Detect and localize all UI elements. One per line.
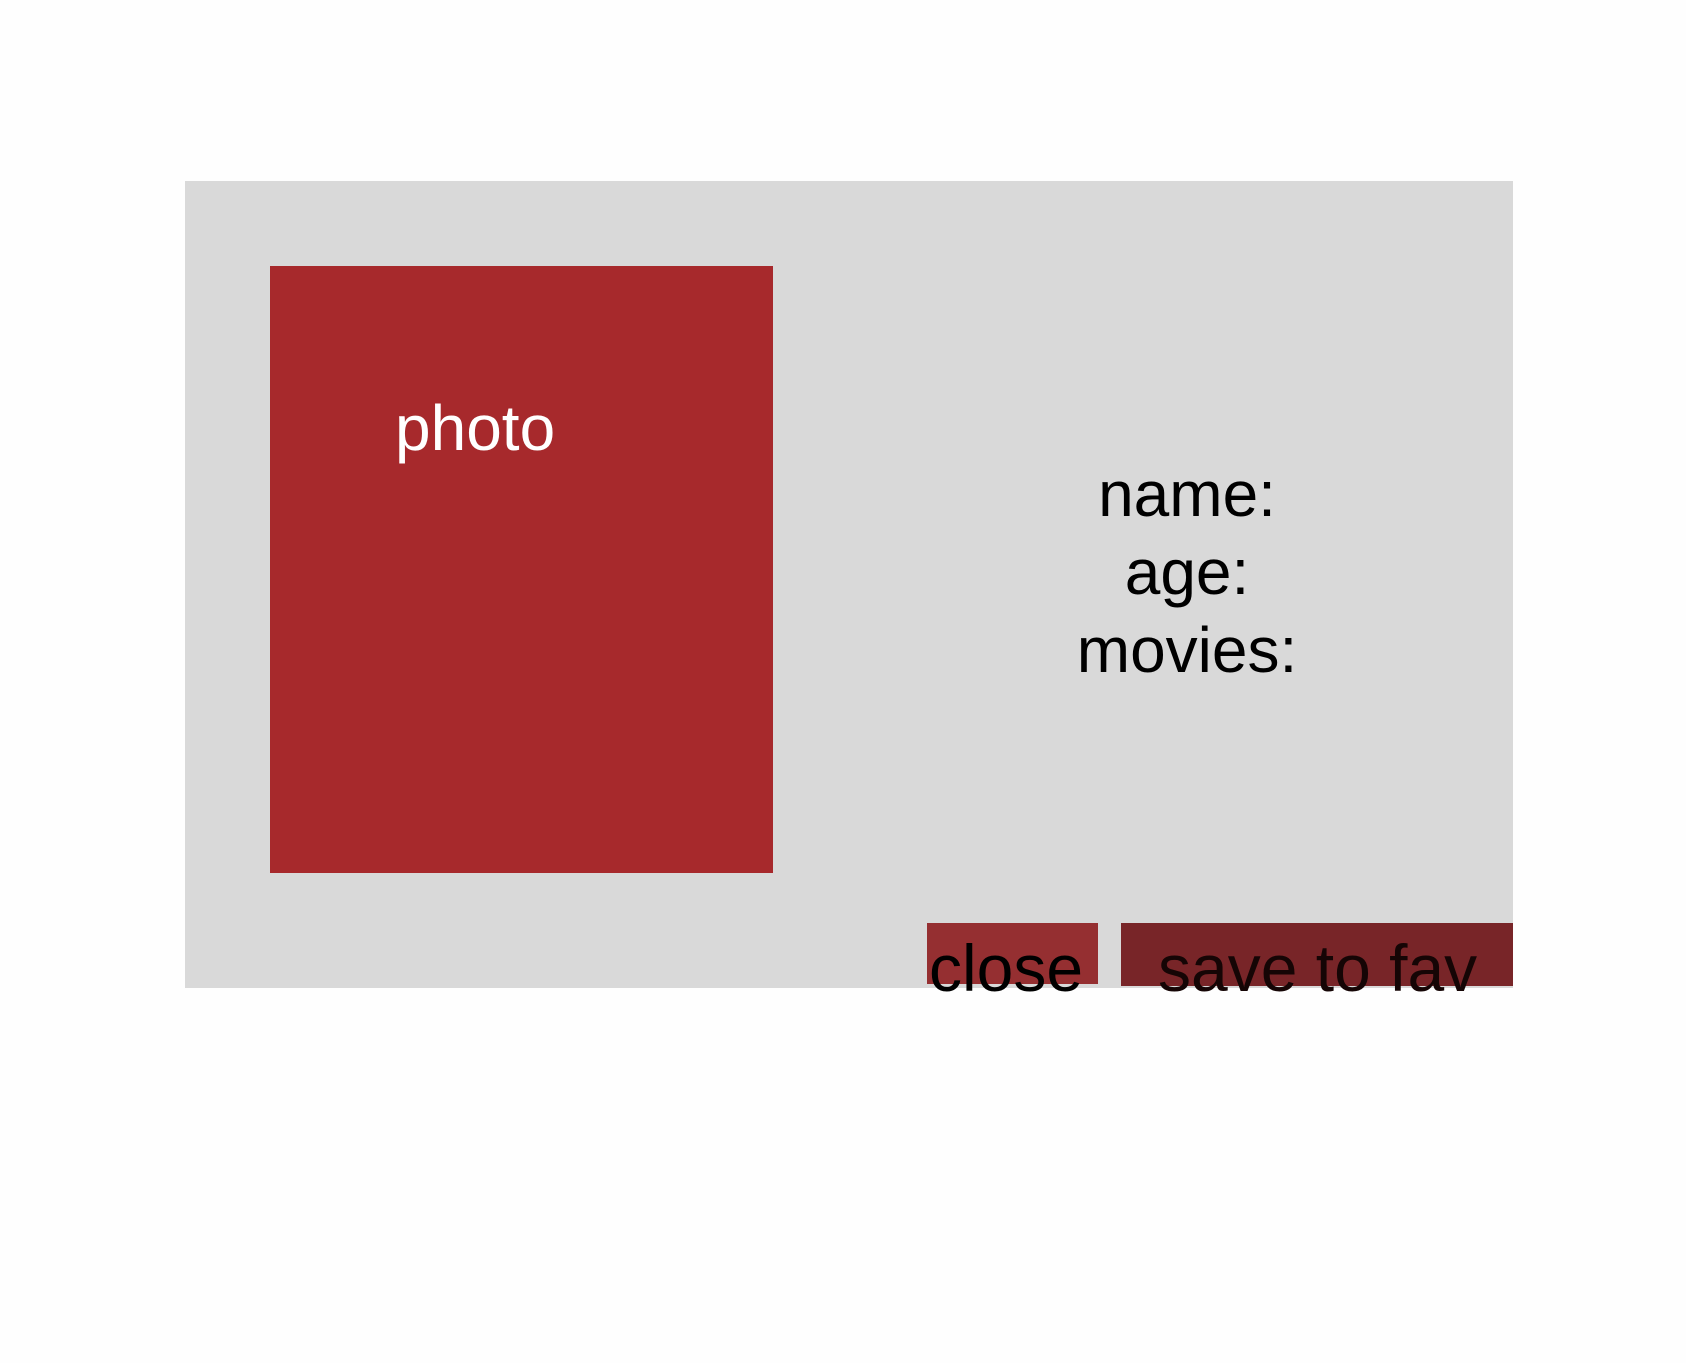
save-to-fav-button[interactable]: save to fav [1121, 923, 1513, 1001]
age-label: age: [1124, 536, 1250, 608]
photo-placeholder: photo [270, 266, 773, 873]
movies-label: movies: [1076, 614, 1298, 686]
close-button-label: close [929, 931, 1084, 1005]
close-button[interactable]: close [927, 923, 1098, 1001]
name-label: name: [1098, 458, 1276, 530]
photo-label: photo [395, 392, 556, 464]
profile-info: name: age: movies: [1000, 455, 1374, 689]
save-button-label: save to fav [1158, 931, 1478, 1005]
